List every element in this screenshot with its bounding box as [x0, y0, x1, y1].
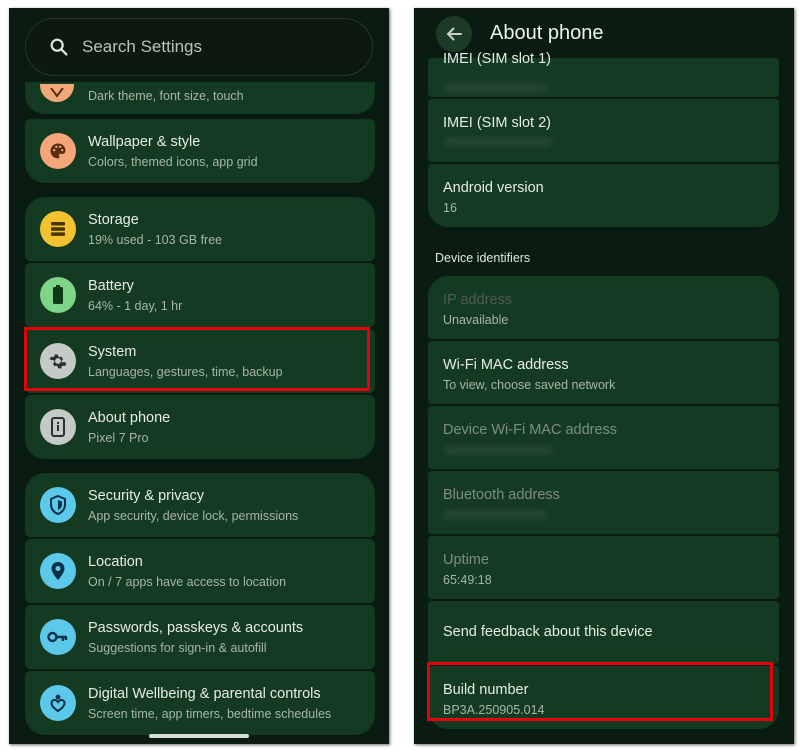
search-icon	[50, 38, 68, 56]
about-item-device-wifi-mac[interactable]: Device Wi-Fi MAC address	[428, 406, 779, 469]
settings-item-subtitle: Pixel 7 Pro	[88, 431, 149, 445]
redacted-value	[443, 510, 548, 520]
settings-item-subtitle: App security, device lock, permissions	[88, 509, 299, 523]
settings-item-subtitle: Screen time, app timers, bedtime schedul…	[88, 707, 332, 721]
settings-item-subtitle: Colors, themed icons, app grid	[88, 155, 258, 169]
settings-item-title: Passwords, passkeys & accounts	[88, 620, 304, 636]
settings-item-about-phone[interactable]: About phone Pixel 7 Pro	[25, 395, 375, 459]
settings-item-storage[interactable]: Storage 19% used - 103 GB free	[25, 197, 375, 261]
about-item-title: Wi-Fi MAC address	[443, 357, 569, 373]
about-item-imei-slot-1[interactable]: IMEI (SIM slot 1)	[428, 51, 779, 97]
redacted-value	[443, 445, 553, 455]
settings-item-subtitle: Suggestions for sign-in & autofill	[88, 641, 267, 655]
about-item-title: Send feedback about this device	[443, 624, 653, 640]
settings-item-security[interactable]: Security & privacy App security, device …	[25, 473, 375, 537]
settings-item-subtitle: 64% - 1 day, 1 hr	[88, 299, 183, 313]
about-item-ip-address[interactable]: IP address Unavailable	[428, 276, 779, 339]
about-item-subtitle: 16	[443, 201, 457, 215]
settings-item-title: Location	[88, 554, 143, 570]
settings-item-passwords[interactable]: Passwords, passkeys & accounts Suggestio…	[25, 605, 375, 669]
about-item-subtitle: Unavailable	[443, 313, 509, 327]
about-item-title: Bluetooth address	[443, 487, 560, 503]
battery-icon	[40, 277, 76, 313]
settings-item-battery[interactable]: Battery 64% - 1 day, 1 hr	[25, 263, 375, 327]
settings-item-title: Wallpaper & style	[88, 134, 201, 150]
about-item-bluetooth-address[interactable]: Bluetooth address	[428, 471, 779, 534]
settings-item-location[interactable]: Location On / 7 apps have access to loca…	[25, 539, 375, 603]
settings-item-title: Storage	[88, 212, 139, 228]
settings-item-title: Digital Wellbeing & parental controls	[88, 686, 321, 702]
about-item-title: IMEI (SIM slot 2)	[443, 115, 551, 131]
about-item-uptime[interactable]: Uptime 65:49:18	[428, 536, 779, 599]
about-item-send-feedback[interactable]: Send feedback about this device	[428, 601, 779, 664]
about-item-title: Device Wi-Fi MAC address	[443, 422, 618, 438]
about-item-subtitle: 65:49:18	[443, 573, 492, 587]
settings-item-subtitle: On / 7 apps have access to location	[88, 575, 287, 589]
palette-icon	[40, 133, 76, 169]
search-bar[interactable]	[25, 18, 373, 76]
about-item-subtitle: To view, choose saved network	[443, 378, 616, 392]
about-item-title: IP address	[443, 292, 513, 308]
back-button[interactable]	[436, 16, 472, 52]
redacted-value	[443, 83, 548, 93]
key-icon	[40, 619, 76, 655]
section-label-device-identifiers: Device identifiers	[435, 251, 531, 265]
location-pin-icon	[40, 553, 76, 589]
settings-item-wallpaper[interactable]: Wallpaper & style Colors, themed icons, …	[25, 119, 375, 183]
about-item-title: Android version	[443, 180, 544, 196]
system-highlight-box	[24, 327, 370, 391]
settings-screen: Dark theme, font size, touch Wallpaper &…	[9, 8, 389, 744]
search-input[interactable]	[80, 36, 344, 58]
back-arrow-icon	[447, 27, 462, 41]
about-item-title: IMEI (SIM slot 1)	[443, 51, 551, 67]
settings-item-subtitle: Dark theme, font size, touch	[88, 89, 244, 103]
storage-icon	[40, 211, 76, 247]
phone-info-icon	[40, 409, 76, 445]
about-item-title: Uptime	[443, 552, 489, 568]
settings-item-subtitle: 19% used - 103 GB free	[88, 233, 223, 247]
settings-item-display[interactable]: Dark theme, font size, touch	[25, 82, 375, 114]
settings-item-title: Security & privacy	[88, 488, 205, 504]
wellbeing-icon	[40, 685, 76, 721]
display-icon	[40, 84, 74, 102]
about-item-wifi-mac[interactable]: Wi-Fi MAC address To view, choose saved …	[428, 341, 779, 404]
about-item-imei-slot-2[interactable]: IMEI (SIM slot 2)	[428, 99, 779, 162]
about-phone-screen: About phone IMEI (SIM slot 1) IMEI (SIM …	[414, 8, 794, 744]
settings-item-title: About phone	[88, 410, 171, 426]
page-title: About phone	[490, 22, 604, 44]
settings-item-wellbeing[interactable]: Digital Wellbeing & parental controls Sc…	[25, 671, 375, 735]
shield-icon	[40, 487, 76, 523]
home-indicator[interactable]	[149, 734, 249, 738]
build-number-highlight-box	[427, 662, 773, 721]
about-item-android-version[interactable]: Android version 16	[428, 164, 779, 227]
redacted-value	[443, 137, 553, 147]
settings-item-title: Battery	[88, 278, 134, 294]
